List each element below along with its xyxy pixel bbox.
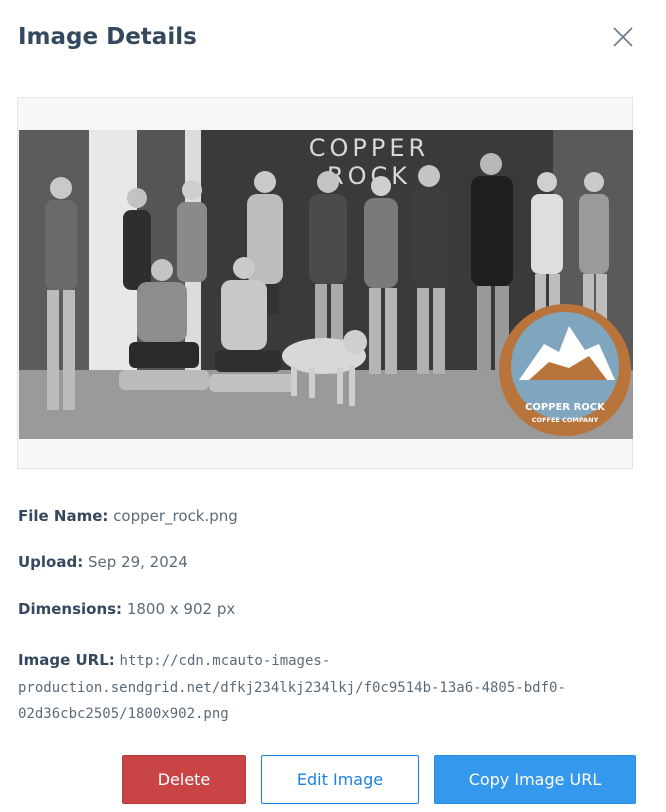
- sign-text-bottom: ROCK: [327, 162, 411, 190]
- image-url-line-1[interactable]: http://cdn.mcauto-images-: [120, 653, 331, 669]
- file-name-row: File Name: copper_rock.png: [18, 507, 238, 525]
- image-url-label: Image URL:: [18, 651, 115, 669]
- dimensions-value: 1800 x 902 px: [126, 600, 236, 618]
- photo: COPPER ROCK COPPER ROCK COFFEE COMPANY: [19, 130, 633, 439]
- upload-row: Upload: Sep 29, 2024: [18, 553, 188, 571]
- close-icon: [613, 27, 633, 47]
- image-url-row: Image URL: http://cdn.mcauto-images- pro…: [18, 648, 618, 728]
- file-name-label: File Name:: [18, 507, 109, 525]
- sign-text-top: COPPER: [309, 134, 429, 162]
- image-preview: COPPER ROCK COPPER ROCK COFFEE COMPANY: [17, 97, 633, 469]
- edit-image-button[interactable]: Edit Image: [261, 755, 419, 804]
- copy-image-url-button[interactable]: Copy Image URL: [434, 755, 636, 804]
- close-button[interactable]: [611, 25, 635, 49]
- image-url-line-2[interactable]: production.sendgrid.net/dfkj234lkj234lkj…: [18, 680, 566, 696]
- image-url-line-3[interactable]: 02d36cbc2505/1800x902.png: [18, 706, 229, 722]
- file-name-value: copper_rock.png: [113, 507, 238, 525]
- logo-subtitle: COFFEE COMPANY: [532, 416, 599, 424]
- dialog-title: Image Details: [18, 24, 197, 50]
- upload-value: Sep 29, 2024: [88, 553, 188, 571]
- upload-label: Upload:: [18, 553, 84, 571]
- logo-title: COPPER ROCK: [525, 402, 606, 413]
- delete-button[interactable]: Delete: [122, 755, 246, 804]
- copper-rock-logo: COPPER ROCK COFFEE COMPANY: [499, 304, 631, 436]
- dimensions-label: Dimensions:: [18, 600, 123, 618]
- dimensions-row: Dimensions: 1800 x 902 px: [18, 600, 235, 618]
